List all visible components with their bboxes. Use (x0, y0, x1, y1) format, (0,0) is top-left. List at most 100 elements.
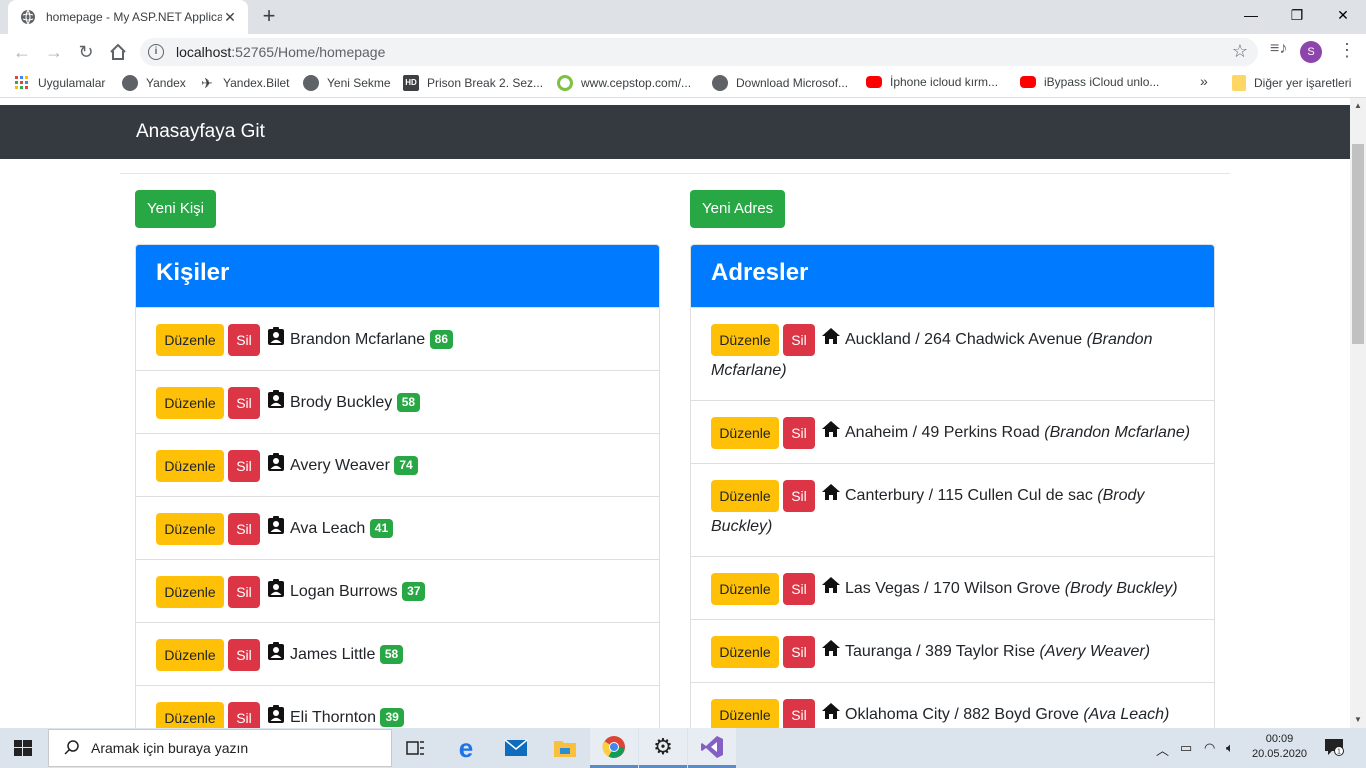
scroll-up-arrow-icon[interactable]: ▲ (1350, 98, 1366, 114)
age-badge: 58 (396, 393, 421, 413)
battery-icon[interactable]: ▭ (1180, 740, 1192, 756)
page-scrollbar[interactable]: ▲ ▼ (1350, 98, 1366, 728)
bookmark-star-icon[interactable]: ☆ (1232, 41, 1248, 62)
tab-title: homepage - My ASP.NET Applica (46, 10, 222, 24)
delete-person-button[interactable]: Sil (228, 513, 260, 545)
windows-start-icon[interactable] (14, 740, 32, 756)
browser-tab[interactable]: homepage - My ASP.NET Applica ✕ (8, 0, 248, 34)
file-explorer-icon[interactable] (541, 728, 589, 768)
person-row: Düzenle Sil Brody Buckley 58 (136, 370, 659, 433)
delete-address-button[interactable]: Sil (783, 417, 815, 449)
task-view-icon[interactable] (392, 728, 440, 768)
age-badge: 39 (380, 708, 404, 728)
media-control-icon[interactable]: ≡♪ (1270, 40, 1287, 58)
edit-address-button[interactable]: Düzenle (711, 636, 779, 668)
chrome-taskbar-icon[interactable] (590, 728, 638, 768)
person-row: Düzenle Sil James Little 58 (136, 622, 659, 685)
youtube-icon (866, 76, 882, 88)
back-button[interactable]: ← (10, 40, 34, 64)
url-host: localhost (176, 44, 232, 60)
tray-chevron-icon[interactable]: ︿ (1156, 740, 1169, 759)
minimize-button[interactable]: — (1228, 0, 1274, 30)
delete-person-button[interactable]: Sil (228, 639, 260, 671)
wifi-icon[interactable]: ◠ (1204, 740, 1215, 756)
address-text: Canterbury / 115 Cullen Cul de sac (845, 487, 1093, 505)
mail-icon[interactable] (492, 728, 540, 768)
edit-address-button[interactable]: Düzenle (711, 480, 779, 512)
bookmark-download-microsoft[interactable]: Download Microsof... (712, 75, 848, 91)
bookmark-label: Uygulamalar (38, 76, 106, 90)
edit-address-button[interactable]: Düzenle (711, 417, 779, 449)
reload-button[interactable]: ↻ (74, 40, 98, 64)
edit-person-button[interactable]: Düzenle (156, 576, 224, 608)
edit-address-button[interactable]: Düzenle (711, 573, 779, 605)
bookmark-yandex[interactable]: Yandex (122, 75, 186, 91)
bookmarks-overflow-button[interactable]: » (1200, 73, 1208, 89)
edit-address-button[interactable]: Düzenle (711, 324, 779, 356)
bookmark-label: www.cepstop.com/... (581, 76, 692, 90)
tab-close-icon[interactable]: ✕ (222, 9, 238, 26)
forward-button[interactable]: → (42, 40, 66, 64)
edit-person-button[interactable]: Düzenle (156, 450, 224, 482)
address-row: Düzenle Sil Las Vegas / 170 Wilson Grove (… (691, 556, 1214, 619)
address-bar[interactable]: i localhost:52765/Home/homepage ☆ (140, 38, 1258, 66)
new-person-button[interactable]: Yeni Kişi (135, 190, 216, 228)
address-owner: (Avery Weaver) (1039, 643, 1151, 661)
edit-person-button[interactable]: Düzenle (156, 639, 224, 671)
edit-address-button[interactable]: Düzenle (711, 699, 779, 731)
people-list: Düzenle Sil Brandon Mcfarlane 86 Düzenle Sil… (136, 307, 659, 743)
delete-address-button[interactable]: Sil (783, 324, 815, 356)
delete-address-button[interactable]: Sil (783, 573, 815, 605)
bookmark-ibypass[interactable]: iBypass iCloud unlo... (1020, 75, 1159, 89)
restore-button[interactable]: ❐ (1274, 0, 1320, 30)
person-name: Brandon Mcfarlane (290, 331, 426, 349)
other-bookmarks[interactable]: Diğer yer işaretleri (1232, 75, 1351, 91)
home-icon (110, 43, 126, 60)
settings-gear-icon[interactable]: ⚙ (639, 728, 687, 768)
delete-person-button[interactable]: Sil (228, 324, 260, 356)
delete-address-button[interactable]: Sil (783, 480, 815, 512)
globe-icon (712, 75, 728, 91)
delete-person-button[interactable]: Sil (228, 576, 260, 608)
address-text: Anaheim / 49 Perkins Road (845, 424, 1040, 442)
age-badge: 41 (369, 519, 394, 539)
person-row: Düzenle Sil Avery Weaver 74 (136, 433, 659, 496)
volume-icon[interactable]: 🔈︎ (1226, 740, 1234, 756)
visual-studio-icon[interactable] (688, 728, 736, 768)
bookmark-apps[interactable]: Uygulamalar (14, 75, 105, 91)
delete-person-button[interactable]: Sil (228, 450, 260, 482)
site-info-icon[interactable]: i (148, 44, 164, 60)
scroll-down-arrow-icon[interactable]: ▼ (1350, 712, 1366, 728)
notification-count: 1 (1337, 749, 1341, 756)
home-button[interactable] (106, 40, 130, 64)
delete-person-button[interactable]: Sil (228, 387, 260, 419)
navbar-brand-link[interactable]: Anasayfaya Git (136, 121, 265, 143)
system-clock[interactable]: 00:09 20.05.2020 (1252, 732, 1307, 762)
delete-address-button[interactable]: Sil (783, 699, 815, 731)
new-address-button[interactable]: Yeni Adres (690, 190, 786, 228)
bookmark-label: Download Microsof... (736, 76, 849, 90)
scroll-thumb[interactable] (1352, 144, 1364, 344)
edit-person-button[interactable]: Düzenle (156, 387, 224, 419)
bookmark-iphone-icloud[interactable]: İphone icloud kırm... (866, 75, 998, 89)
edge-icon[interactable]: e (442, 728, 490, 768)
site-navbar: Anasayfaya Git (0, 105, 1350, 159)
bookmark-label: Prison Break 2. Sez... (427, 76, 544, 90)
window-close-button[interactable]: ✕ (1320, 0, 1366, 30)
bookmark-yandex-bilet[interactable]: ✈ Yandex.Bilet (199, 75, 289, 91)
address-row: Düzenle Sil Anaheim / 49 Perkins Road (Bra… (691, 400, 1214, 463)
globe-icon (303, 75, 319, 91)
bookmark-cepstop[interactable]: www.cepstop.com/... (557, 75, 691, 91)
notification-center-icon[interactable]: 1 (1324, 738, 1344, 759)
edit-person-button[interactable]: Düzenle (156, 513, 224, 545)
taskbar-search-box[interactable]: Aramak için buraya yazın (48, 729, 392, 767)
bookmark-yeni-sekme[interactable]: Yeni Sekme (303, 75, 391, 91)
delete-address-button[interactable]: Sil (783, 636, 815, 668)
new-tab-button[interactable]: + (256, 4, 282, 30)
profile-avatar[interactable]: S (1300, 41, 1322, 63)
home-icon (822, 577, 840, 594)
edit-person-button[interactable]: Düzenle (156, 324, 224, 356)
bookmark-prison-break[interactable]: HD Prison Break 2. Sez... (403, 75, 543, 91)
chrome-menu-icon[interactable]: ⋮ (1338, 40, 1356, 60)
address-owner: (Brody Buckley) (1064, 580, 1178, 598)
